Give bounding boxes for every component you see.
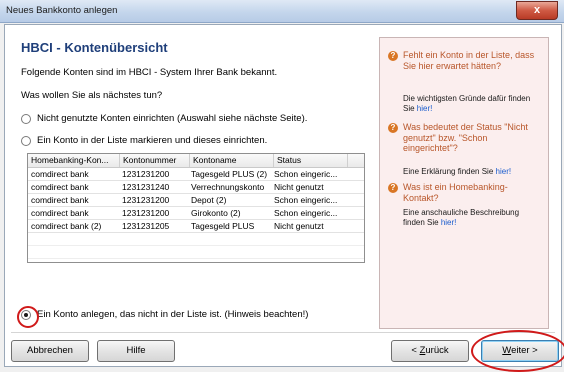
table-row[interactable]: comdirect bank 1231231200 Depot (2) Scho… — [28, 194, 364, 207]
option-unused-accounts-label: Nicht genutzte Konten einrichten (Auswah… — [37, 113, 308, 124]
help-link[interactable]: hier! — [496, 167, 512, 176]
table-row[interactable]: comdirect bank 1231231240 Verrechnungsko… — [28, 181, 364, 194]
help-description: Eine anschauliche Beschreibung finden Si… — [403, 208, 543, 228]
cell-kontoname: Verrechnungskonto — [191, 182, 265, 192]
option-mark-account-label: Ein Konto in der Liste markieren und die… — [37, 135, 268, 146]
cell-kontoname: Girokonto (2) — [191, 208, 241, 218]
question-icon: ? — [388, 51, 398, 61]
back-prefix: < — [411, 345, 420, 356]
cell-kontonummer: 1231231200 — [122, 195, 170, 205]
question-icon: ? — [388, 123, 398, 133]
help-description: Eine Erklärung finden Sie hier! — [403, 167, 543, 177]
cell-status: Nicht genutzt — [274, 182, 324, 192]
back-label: urück — [425, 345, 449, 356]
help-link[interactable]: hier! — [417, 104, 433, 113]
column-header-kontonummer[interactable]: Kontonummer — [120, 154, 190, 167]
annotation-circle-next — [471, 330, 564, 372]
cell-kontonummer: 1231231200 — [122, 169, 170, 179]
table-header: Homebanking-Kon... Kontonummer Kontoname… — [28, 154, 364, 168]
cell-homebanking: comdirect bank — [31, 195, 89, 205]
column-header-status[interactable]: Status — [274, 154, 348, 167]
question-icon: ? — [388, 183, 398, 193]
table-row[interactable]: comdirect bank 1231231200 Girokonto (2) … — [28, 207, 364, 220]
annotation-circle-radio — [17, 305, 39, 328]
page-title: HBCI - Kontenübersicht — [21, 40, 168, 55]
table-row[interactable]: comdirect bank 1231231200 Tagesgeld PLUS… — [28, 168, 364, 181]
table-empty-row — [28, 233, 364, 246]
cell-homebanking: comdirect bank — [31, 182, 89, 192]
option-mark-account[interactable]: Ein Konto in der Liste markieren und die… — [21, 135, 267, 146]
cell-kontoname: Depot (2) — [191, 195, 227, 205]
help-panel: ? Fehlt ein Konto in der Liste, dass Sie… — [379, 37, 549, 329]
cell-status: Schon eingeric... — [274, 208, 338, 218]
help-question: Was ist ein Homebanking-Kontakt? — [403, 182, 508, 203]
cell-kontonummer: 1231231240 — [122, 182, 170, 192]
cell-homebanking: comdirect bank (2) — [31, 221, 102, 231]
help-question: Was bedeutet der Status "Nicht genutzt" … — [403, 122, 528, 153]
back-button[interactable]: < Zurück — [391, 340, 469, 362]
column-header-kontoname[interactable]: Kontoname — [190, 154, 274, 167]
window-title: Neues Bankkonto anlegen — [6, 5, 118, 16]
question-text: Was wollen Sie als nächstes tun? — [21, 90, 163, 101]
cell-kontoname: Tagesgeld PLUS — [191, 221, 255, 231]
table-row[interactable]: comdirect bank (2) 1231231205 Tagesgeld … — [28, 220, 364, 233]
cell-status: Nicht genutzt — [274, 221, 324, 231]
cancel-button[interactable]: Abbrechen — [11, 340, 89, 362]
cell-status: Schon eingeric... — [274, 195, 338, 205]
help-button[interactable]: Hilfe — [97, 340, 175, 362]
cell-homebanking: comdirect bank — [31, 208, 89, 218]
column-header-homebanking[interactable]: Homebanking-Kon... — [28, 154, 120, 167]
cell-status: Schon eingeric... — [274, 169, 338, 179]
button-separator — [11, 332, 555, 333]
table-empty-row — [28, 246, 364, 259]
option-new-account-label: Ein Konto anlegen, das nicht in der List… — [37, 309, 309, 320]
help-description-text: Eine Erklärung finden Sie — [403, 167, 494, 176]
accounts-table[interactable]: Homebanking-Kon... Kontonummer Kontoname… — [27, 153, 365, 263]
help-link[interactable]: hier! — [441, 218, 457, 227]
radio-new-account[interactable] — [17, 305, 39, 328]
help-description-text: Eine anschauliche Beschreibung finden Si… — [403, 208, 520, 227]
option-new-account[interactable]: Ein Konto anlegen, das nicht in der List… — [17, 305, 309, 328]
cell-kontoname: Tagesgeld PLUS (2) — [191, 169, 268, 179]
dialog-body: HBCI - Kontenübersicht Folgende Konten s… — [4, 24, 564, 372]
help-question: Fehlt ein Konto in der Liste, dass Sie h… — [403, 50, 535, 71]
cell-homebanking: comdirect bank — [31, 169, 89, 179]
radio-mark-account[interactable] — [21, 135, 31, 146]
title-bar: Neues Bankkonto anlegen x — [0, 0, 564, 23]
help-description: Die wichtigsten Gründe dafür finden Sie … — [403, 94, 543, 114]
cell-kontonummer: 1231231205 — [122, 221, 170, 231]
cell-kontonummer: 1231231200 — [122, 208, 170, 218]
option-unused-accounts[interactable]: Nicht genutzte Konten einrichten (Auswah… — [21, 113, 307, 124]
close-button[interactable]: x — [516, 1, 558, 20]
intro-text: Folgende Konten sind im HBCI - System Ih… — [21, 67, 278, 78]
radio-unused-accounts[interactable] — [21, 113, 31, 124]
